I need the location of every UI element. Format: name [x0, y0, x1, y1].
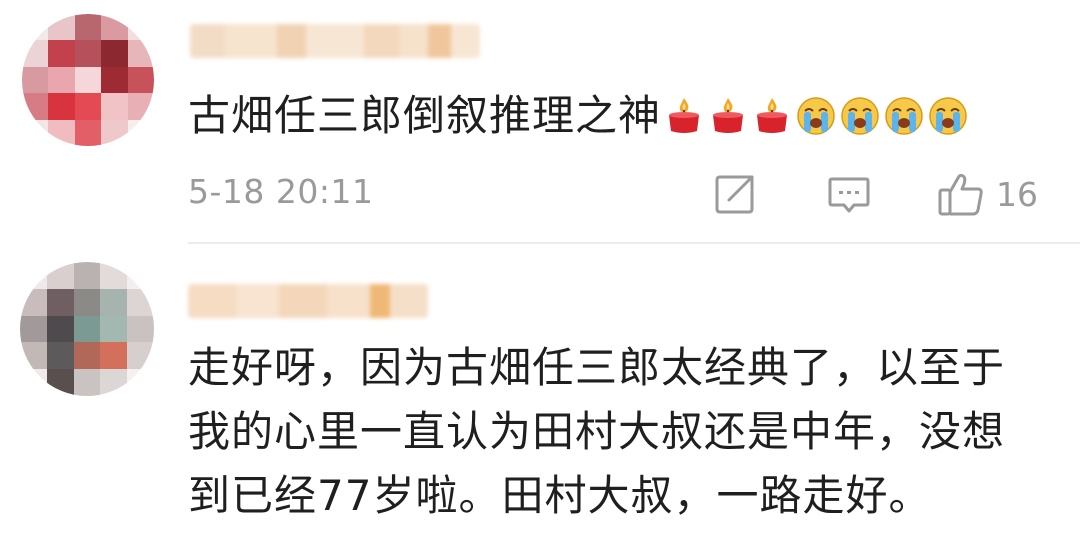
comment-feed: 古畑任三郎倒叙推理之神 5-18 20:11 16 走好呀，因为古畑任三郎太经典… — [0, 0, 1080, 554]
comment-text: 古畑任三郎倒叙推理之神 — [188, 91, 662, 140]
comment-icon — [828, 177, 870, 213]
share-icon — [715, 175, 754, 214]
share-button[interactable] — [712, 170, 758, 218]
comment-body: 古畑任三郎倒叙推理之神 — [188, 84, 969, 148]
candle-emoji — [713, 98, 744, 133]
crying-face-emoji — [841, 97, 879, 135]
candle-emoji — [757, 98, 788, 133]
comment-body: 走好呀，因为古畑任三郎太经典了，以至于 我的心里一直认为田村大叔还是中年，没想 … — [188, 336, 1005, 528]
avatar[interactable] — [22, 14, 154, 146]
like-button[interactable]: 16 — [936, 170, 1038, 218]
avatar[interactable] — [20, 262, 154, 396]
comment-line: 到已经77岁啦。田村大叔，一路走好。 — [188, 471, 932, 520]
comment-line: 走好呀，因为古畑任三郎太经典了，以至于 — [188, 343, 1006, 392]
comment-timestamp: 5-18 20:11 — [188, 172, 374, 211]
reply-button[interactable] — [826, 170, 872, 218]
like-count: 16 — [996, 174, 1038, 214]
username-blurred[interactable] — [190, 24, 480, 58]
thumbs-up-icon — [938, 173, 983, 216]
comment-line: 我的心里一直认为田村大叔还是中年，没想 — [188, 407, 1006, 456]
crying-face-emoji — [797, 97, 835, 135]
username-blurred[interactable] — [188, 284, 428, 318]
divider — [188, 242, 1080, 244]
crying-face-emoji — [885, 97, 923, 135]
crying-face-emoji — [929, 97, 967, 135]
candle-emoji — [669, 98, 700, 133]
